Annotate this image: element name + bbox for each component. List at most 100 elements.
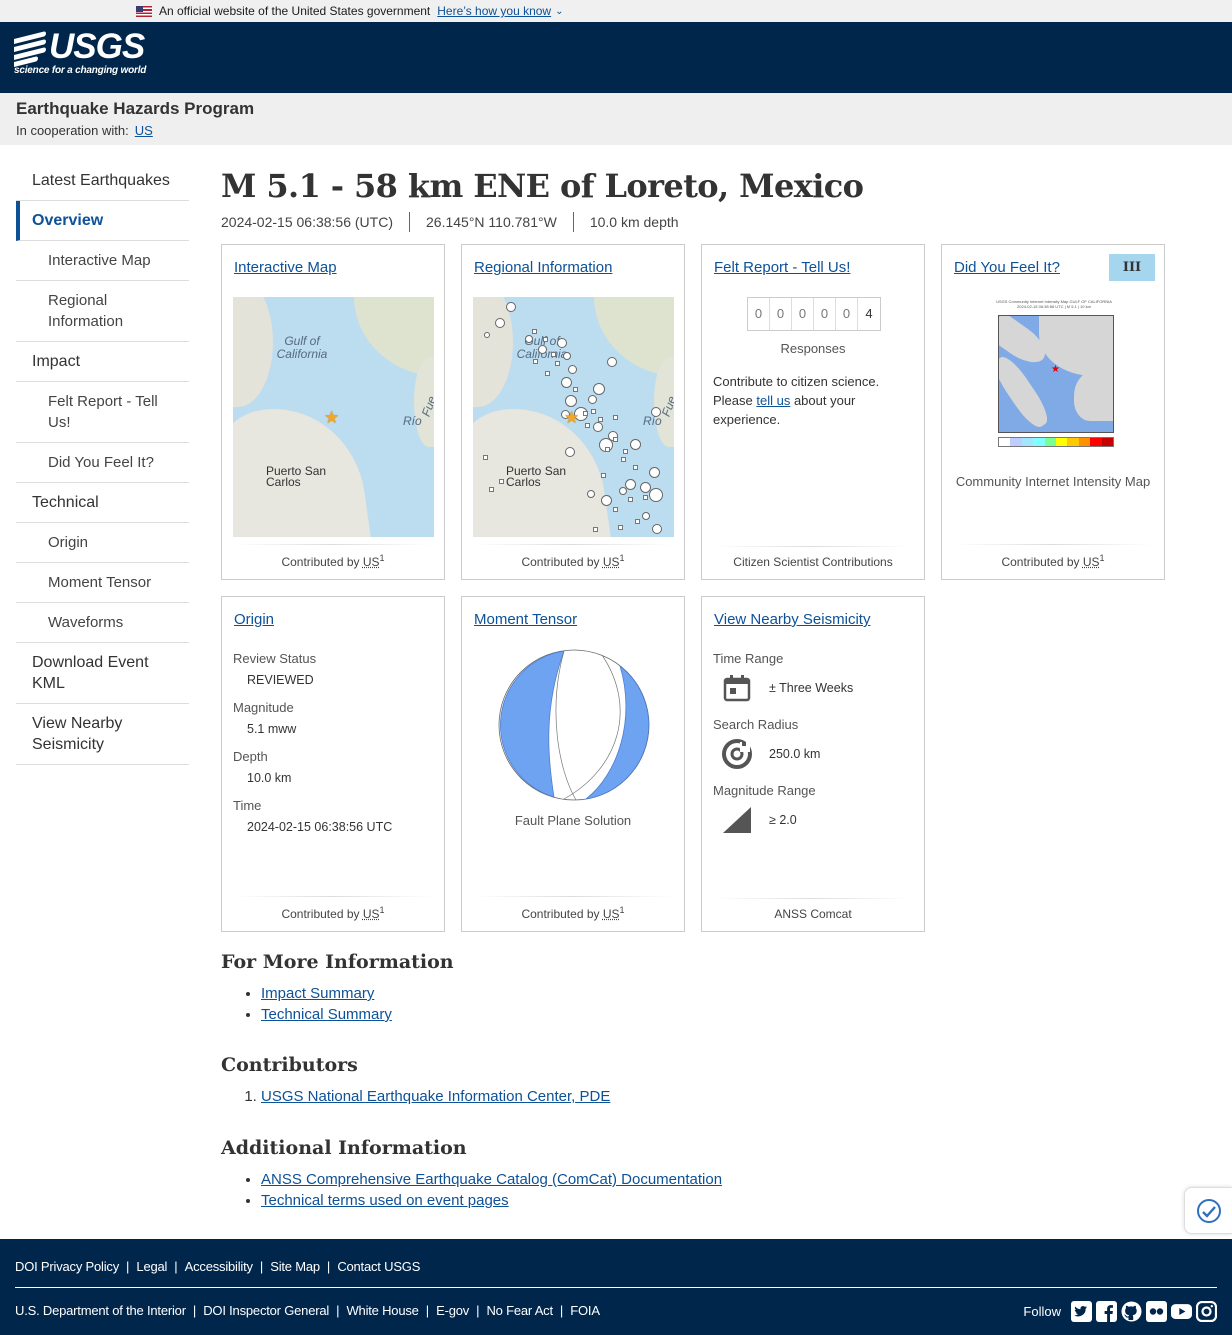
youtube-icon[interactable] <box>1171 1301 1192 1322</box>
main-content: M 5.1 - 58 km ENE of Loreto, Mexico 2024… <box>221 166 1211 1209</box>
seismicity-square <box>489 487 494 492</box>
response-counter: 0 0 0 0 0 4 <box>747 297 881 331</box>
field-label: Depth <box>233 749 268 764</box>
event-depth: 10.0 km depth <box>572 212 695 232</box>
github-icon[interactable] <box>1121 1301 1142 1322</box>
program-title[interactable]: Earthquake Hazards Program <box>16 99 1216 119</box>
seismicity-circle <box>506 302 516 312</box>
sidebar-item-moment-tensor[interactable]: Moment Tensor <box>16 563 189 603</box>
sidebar-item-latest-earthquakes[interactable]: Latest Earthquakes <box>16 162 189 201</box>
technical-summary-link[interactable]: Technical Summary <box>261 1006 392 1023</box>
seismicity-square <box>621 457 626 462</box>
twitter-icon[interactable] <box>1071 1301 1092 1322</box>
card-regional-information[interactable]: Regional Information Gulf of California … <box>461 244 685 580</box>
card-title[interactable]: View Nearby Seismicity <box>714 611 870 628</box>
felt-description: Contribute to citizen science. Please te… <box>713 374 880 427</box>
footer-link[interactable]: Site Map <box>270 1259 320 1274</box>
card-did-you-feel-it[interactable]: Did You Feel It? III USGS Community Inte… <box>941 244 1165 580</box>
network-abbr: US <box>602 555 620 569</box>
event-meta: 2024-02-15 06:38:56 (UTC) 26.145°N 110.7… <box>221 212 1211 232</box>
footer-link[interactable]: Legal <box>136 1259 167 1274</box>
how-you-know-link[interactable]: Here’s how you know <box>437 4 551 18</box>
technical-terms-link[interactable]: Technical terms used on event pages <box>261 1192 509 1209</box>
seismicity-circle <box>601 495 612 506</box>
seismicity-circle <box>565 395 577 407</box>
event-time: 2024-02-15 06:38:56 (UTC) <box>221 214 393 230</box>
footer-link[interactable]: E-gov <box>436 1303 469 1318</box>
seismicity-square <box>555 361 560 366</box>
gov-banner-text: An official website of the United States… <box>159 4 431 18</box>
feedback-widget[interactable] <box>1184 1187 1232 1234</box>
sidebar-item-regional-information[interactable]: Regional Information <box>16 281 189 342</box>
card-title[interactable]: Regional Information <box>474 259 612 276</box>
sidebar-item-technical[interactable]: Technical <box>16 483 189 523</box>
sidebar-item-overview[interactable]: Overview <box>16 201 189 241</box>
footer-link[interactable]: FOIA <box>570 1303 600 1318</box>
sidebar-item-dyfi[interactable]: Did You Feel It? <box>16 443 189 483</box>
seismicity-circle <box>587 490 595 498</box>
cooperation-link[interactable]: US <box>135 123 153 138</box>
chevron-down-icon[interactable]: ⌄ <box>555 6 563 17</box>
usgs-logo[interactable]: USGS science for a changing world <box>14 29 146 76</box>
seismicity-square <box>623 449 628 454</box>
section-heading: For More Information <box>221 951 454 973</box>
counter-digit: 0 <box>836 298 858 330</box>
card-title[interactable]: Interactive Map <box>234 259 337 276</box>
seismicity-square <box>605 447 610 452</box>
footer-link[interactable]: Accessibility <box>185 1259 253 1274</box>
card-nearby-seismicity[interactable]: View Nearby Seismicity Time Range ± Thre… <box>701 596 925 932</box>
footer-link[interactable]: No Fear Act <box>486 1303 553 1318</box>
footer-link[interactable]: DOI Inspector General <box>203 1303 329 1318</box>
interactive-map-thumbnail[interactable]: Gulf of California Río Fue Puerto San Ca… <box>233 297 434 537</box>
card-title[interactable]: Moment Tensor <box>474 611 577 628</box>
seismicity-square <box>551 352 556 357</box>
sidebar-item-interactive-map[interactable]: Interactive Map <box>16 241 189 281</box>
seismicity-square <box>583 411 588 416</box>
card-footer: Contributed by US1 <box>234 896 432 921</box>
social-follow: Follow <box>1023 1301 1217 1322</box>
footer-link[interactable]: White House <box>346 1303 418 1318</box>
card-felt-report[interactable]: Felt Report - Tell Us! 0 0 0 0 0 4 Respo… <box>701 244 925 580</box>
seismicity-square <box>593 527 598 532</box>
sidebar-item-nearby-seismicity[interactable]: View Nearby Seismicity <box>16 704 189 765</box>
seismicity-square <box>545 371 550 376</box>
card-footer: Contributed by US1 <box>474 544 672 569</box>
card-title[interactable]: Felt Report - Tell Us! <box>714 259 850 276</box>
seismicity-square <box>585 423 590 428</box>
calendar-icon <box>713 674 761 702</box>
card-moment-tensor[interactable]: Moment Tensor Fault Plane Solution Contr… <box>461 596 685 932</box>
seismicity-circle <box>538 345 547 354</box>
flickr-icon[interactable] <box>1146 1301 1167 1322</box>
facebook-icon[interactable] <box>1096 1301 1117 1322</box>
footer-links-row-1: DOI Privacy Policy | Legal | Accessibility… <box>15 1259 1217 1288</box>
footer-link[interactable]: DOI Privacy Policy <box>15 1259 119 1274</box>
footer-link[interactable]: U.S. Department of the Interior <box>15 1303 186 1318</box>
card-origin[interactable]: Origin Review Status REVIEWED Magnitude … <box>221 596 445 932</box>
magnitude-range-label: Magnitude Range <box>713 783 816 798</box>
instagram-icon[interactable] <box>1196 1301 1217 1322</box>
card-interactive-map[interactable]: Interactive Map Gulf of California Río F… <box>221 244 445 580</box>
sidebar-item-felt-report[interactable]: Felt Report - Tell Us! <box>16 382 189 443</box>
field-label: Review Status <box>233 651 317 666</box>
sidebar-item-waveforms[interactable]: Waveforms <box>16 603 189 643</box>
intensity-map-thumbnail[interactable]: USGS Community Internet Intensity Map GU… <box>994 299 1114 454</box>
seismicity-square <box>613 415 618 420</box>
card-title[interactable]: Origin <box>234 611 274 628</box>
beachball-diagram[interactable] <box>498 649 650 801</box>
sidebar-item-impact[interactable]: Impact <box>16 342 189 382</box>
footer-link[interactable]: Contact USGS <box>337 1259 420 1274</box>
regional-map-thumbnail[interactable]: Gulf of California Río Fue Puerto San Ca… <box>473 297 674 537</box>
sidebar-item-download-kml[interactable]: Download Event KML <box>16 643 189 704</box>
more-information-section: For More Information Impact Summary Tech… <box>221 950 1121 1025</box>
tell-us-link[interactable]: tell us <box>756 393 790 408</box>
comcat-docs-link[interactable]: ANSS Comprehensive Earthquake Catalog (C… <box>261 1171 722 1188</box>
fault-plane-caption: Fault Plane Solution <box>514 813 632 828</box>
epicenter-star-icon: ★ <box>1051 364 1060 375</box>
contributor-link[interactable]: USGS National Earthquake Information Cen… <box>261 1088 610 1105</box>
card-title[interactable]: Did You Feel It? <box>954 259 1060 276</box>
dyfi-map-sub: 2024-02-15 06:38:56 UTC | M 5.1 | 10 km <box>1017 304 1091 309</box>
impact-summary-link[interactable]: Impact Summary <box>261 985 374 1002</box>
sidebar-item-origin[interactable]: Origin <box>16 523 189 563</box>
network-abbr: US <box>362 555 380 569</box>
field-value: 2024-02-15 06:38:56 UTC <box>247 820 393 834</box>
